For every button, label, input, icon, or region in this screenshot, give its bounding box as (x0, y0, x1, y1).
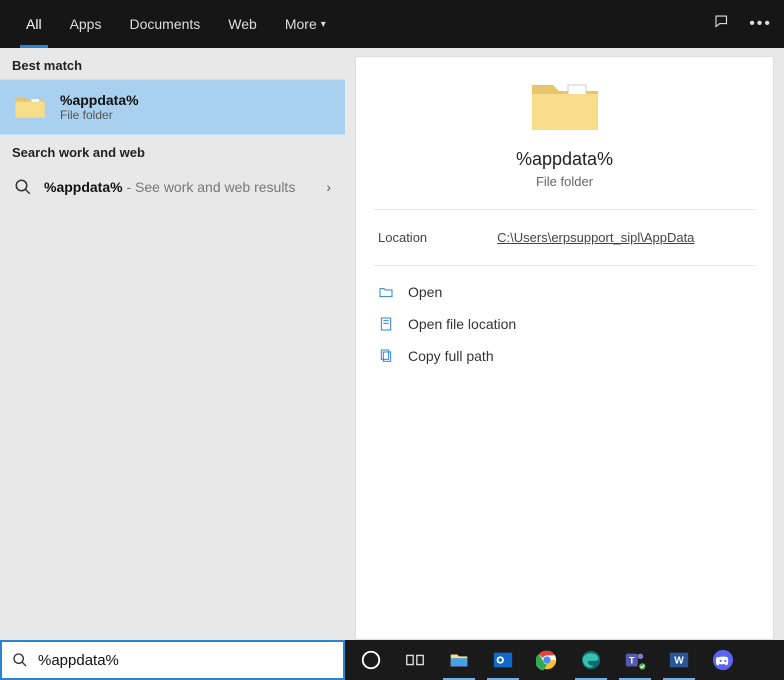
search-web-item[interactable]: %appdata% - See work and web results › (0, 166, 345, 208)
taskbar-edge[interactable] (571, 640, 611, 680)
preview-folder-icon (356, 75, 773, 137)
search-work-web-heading: Search work and web (0, 135, 345, 166)
best-match-title: %appdata% (60, 92, 139, 108)
tab-all[interactable]: All (12, 0, 56, 48)
taskbar-teams[interactable]: T (615, 640, 655, 680)
svg-text:T: T (629, 656, 635, 666)
best-match-item[interactable]: %appdata% File folder (0, 79, 345, 135)
best-match-heading: Best match (0, 48, 345, 79)
chevron-right-icon: › (326, 179, 331, 195)
search-input[interactable] (38, 652, 333, 669)
location-path[interactable]: C:\Users\erpsupport_sipl\AppData (497, 230, 694, 245)
search-web-suffix: - See work and web results (123, 179, 296, 195)
tab-documents[interactable]: Documents (115, 0, 214, 48)
search-input-container[interactable] (0, 640, 345, 680)
open-icon (378, 284, 394, 300)
taskbar-word[interactable]: W (659, 640, 699, 680)
location-label: Location (378, 230, 427, 245)
taskbar-cortana[interactable] (351, 640, 391, 680)
search-web-term: %appdata% (44, 179, 123, 195)
taskbar: T W (345, 640, 784, 680)
taskbar-taskview[interactable] (395, 640, 435, 680)
feedback-icon[interactable] (713, 13, 731, 36)
svg-text:W: W (674, 656, 684, 667)
action-open-file-location[interactable]: Open file location (374, 308, 755, 340)
tab-apps[interactable]: Apps (56, 0, 116, 48)
preview-title: %appdata% (356, 149, 773, 170)
results-pane: Best match %appdata% File folder Search … (0, 48, 345, 640)
taskbar-discord[interactable] (703, 640, 743, 680)
more-options-icon[interactable]: ••• (749, 15, 772, 33)
action-open[interactable]: Open (374, 276, 755, 308)
action-copy-full-path[interactable]: Copy full path (374, 340, 755, 372)
preview-pane: %appdata% File folder Location C:\Users\… (355, 56, 774, 640)
tab-web[interactable]: Web (214, 0, 271, 48)
preview-subtitle: File folder (356, 174, 773, 189)
copy-icon (378, 348, 394, 364)
search-scope-tabs: All Apps Documents Web More▾ (12, 0, 340, 48)
open-location-icon (378, 316, 394, 332)
taskbar-explorer[interactable] (439, 640, 479, 680)
search-icon (14, 178, 32, 196)
folder-icon (14, 93, 46, 121)
search-icon (12, 652, 28, 668)
taskbar-chrome[interactable] (527, 640, 567, 680)
tab-more[interactable]: More▾ (271, 0, 340, 48)
taskbar-outlook[interactable] (483, 640, 523, 680)
best-match-subtitle: File folder (60, 108, 139, 122)
